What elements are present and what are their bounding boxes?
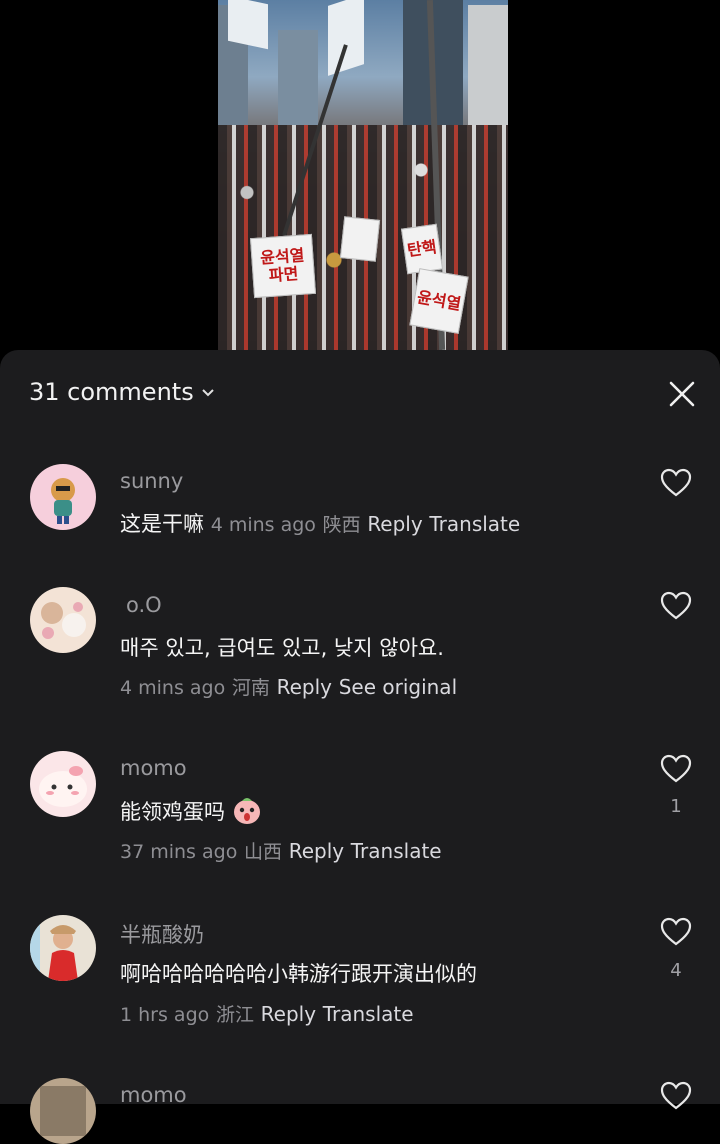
reply-button[interactable]: Reply: [289, 839, 344, 863]
avatar[interactable]: [30, 915, 96, 981]
heart-icon[interactable]: [660, 591, 692, 621]
heart-icon[interactable]: [660, 1081, 692, 1111]
comment-meta: 4 mins ago 河南 Reply See original: [120, 673, 457, 700]
comment-meta: 37 mins ago 山西 Reply Translate: [120, 837, 442, 864]
comment-location: 浙江: [215, 1004, 254, 1026]
comment-time: 4 mins ago: [120, 677, 226, 699]
comment-count-dropdown[interactable]: 31 comments: [29, 378, 216, 406]
translate-button[interactable]: Translate: [351, 839, 442, 863]
chevron-down-icon: [201, 389, 214, 397]
avatar[interactable]: [30, 1078, 96, 1144]
comment-meta: 1 hrs ago 浙江 Reply Translate: [120, 1000, 414, 1027]
see-original-button[interactable]: See original: [339, 675, 457, 699]
reply-button[interactable]: Reply: [367, 512, 422, 536]
comment-username[interactable]: o.O: [126, 593, 162, 617]
avatar[interactable]: [30, 464, 96, 530]
comments-sheet: 31 comments sunny 这是干嘛 4 mins ago 陕西 Rep…: [0, 350, 720, 1144]
protest-sign: 윤석열: [409, 268, 469, 334]
comment-username[interactable]: 半瓶酸奶: [120, 919, 204, 949]
comment-username[interactable]: momo: [120, 756, 187, 780]
comment-text: 매주 있고, 급여도 있고, 낮지 않아요.: [120, 636, 444, 660]
comment-time: 37 mins ago: [120, 841, 238, 863]
protest-sign: 윤석열 파면: [249, 233, 317, 299]
comment-time: 1 hrs ago: [120, 1004, 210, 1026]
comment-body: 能领鸡蛋吗: [120, 795, 262, 826]
avatar[interactable]: [30, 587, 96, 653]
comment-text: 啊哈哈哈哈哈哈小韩游行跟开演出似的: [120, 962, 477, 986]
comment-body: 这是干嘛 4 mins ago 陕西 Reply Translate: [120, 508, 520, 538]
heart-icon[interactable]: [660, 917, 692, 947]
comment-location: 陕西: [322, 514, 361, 536]
reply-button[interactable]: Reply: [277, 675, 332, 699]
comment-username[interactable]: sunny: [120, 469, 183, 493]
comment-time: 4 mins ago: [210, 514, 316, 536]
emoji-icon: [233, 798, 260, 824]
close-icon[interactable]: [666, 378, 698, 410]
like-count: 4: [670, 960, 682, 981]
translate-button[interactable]: Translate: [323, 1002, 414, 1026]
reply-button[interactable]: Reply: [261, 1002, 316, 1026]
comment-username[interactable]: momo: [120, 1083, 187, 1107]
video-player[interactable]: 윤석열 파면 탄핵 윤석열: [218, 0, 508, 350]
like-count: 1: [670, 796, 682, 817]
translate-button[interactable]: Translate: [429, 512, 520, 536]
heart-icon[interactable]: [660, 754, 692, 784]
heart-icon[interactable]: [660, 468, 692, 498]
comment-location: 山西: [244, 841, 283, 863]
comment-text: 这是干嘛: [120, 512, 204, 536]
comment-text: 能领鸡蛋吗: [120, 800, 225, 824]
protest-sign: 탄핵: [400, 223, 444, 275]
avatar[interactable]: [30, 751, 96, 817]
protest-sign: [339, 216, 381, 262]
comment-location: 河南: [231, 677, 270, 699]
comment-count-label: 31 comments: [29, 378, 194, 406]
